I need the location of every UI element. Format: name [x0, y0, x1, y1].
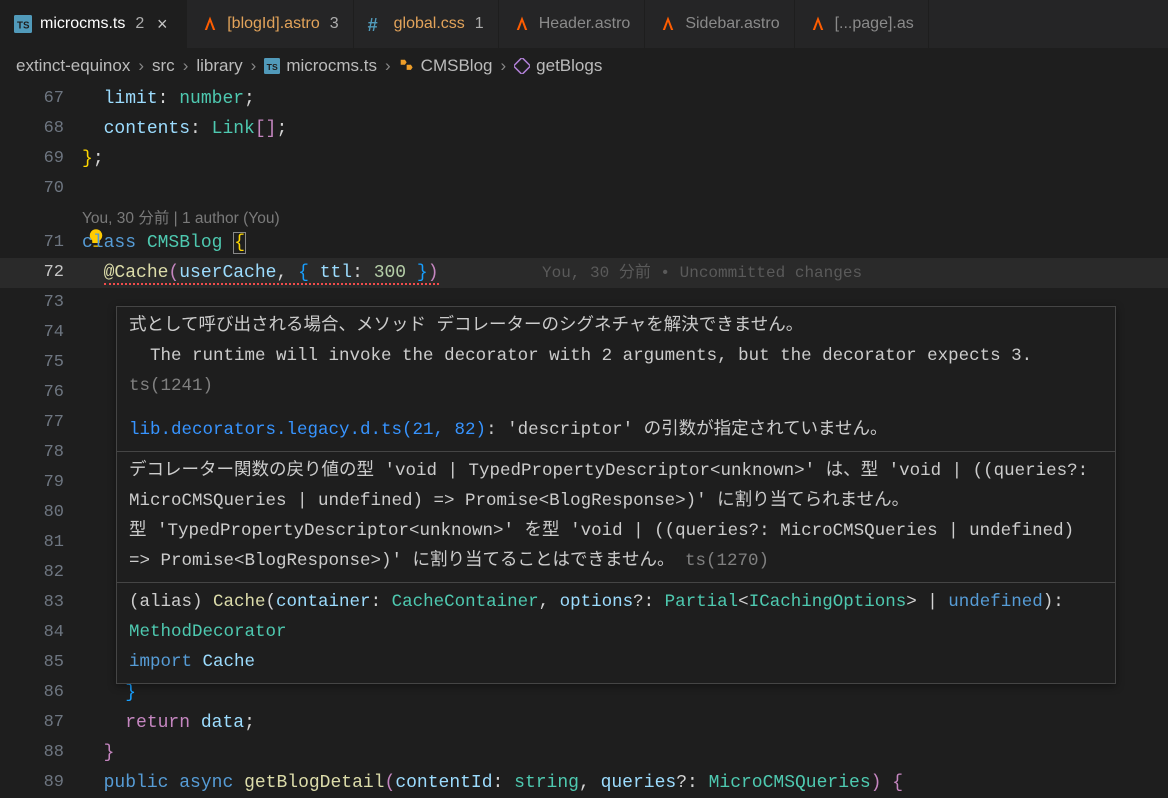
svg-text:TS: TS	[17, 21, 30, 32]
code-line: limit: number;	[82, 84, 255, 114]
tab-label: microcms.ts	[40, 15, 125, 33]
astro-icon	[659, 15, 677, 33]
close-icon[interactable]: ×	[152, 14, 172, 35]
tab-microcms[interactable]: TS microcms.ts 2 ×	[0, 0, 187, 48]
tab-label: [...page].as	[835, 15, 914, 33]
tab-label: Header.astro	[539, 15, 631, 33]
tab-mod-count: 1	[475, 15, 484, 33]
code-line: contents: Link[];	[82, 114, 287, 144]
line-number: 73	[0, 288, 82, 318]
tab-mod-count: 2	[135, 15, 144, 33]
astro-icon	[809, 15, 827, 33]
tab-label: global.css	[394, 15, 465, 33]
line-number: 89	[0, 768, 82, 798]
line-number: 69	[0, 144, 82, 174]
code-line: };	[82, 144, 104, 174]
tab-page[interactable]: [...page].as	[795, 0, 929, 48]
error-source-link[interactable]: lib.decorators.legacy.d.ts(21, 82)	[129, 420, 486, 440]
line-number: 86	[0, 678, 82, 708]
git-blame: You, 30 分前 • Uncommitted changes	[542, 258, 862, 288]
svg-text:TS: TS	[267, 62, 278, 72]
code-line: }	[82, 738, 114, 768]
method-icon	[514, 58, 530, 74]
hover-signature: (alias) Cache(container: CacheContainer,…	[117, 583, 1115, 683]
astro-icon	[513, 15, 531, 33]
line-number: 75	[0, 348, 82, 378]
code-line: class CMSBlog {	[82, 228, 246, 258]
breadcrumb-method[interactable]: getBlogs	[514, 56, 602, 76]
hover-error-1: 式として呼び出される場合、メソッド デコレーターのシグネチャを解決できません。 …	[117, 307, 1115, 452]
line-number: 87	[0, 708, 82, 738]
line-number: 76	[0, 378, 82, 408]
chevron-right-icon: ›	[251, 56, 257, 76]
chevron-right-icon: ›	[183, 56, 189, 76]
line-number: 70	[0, 174, 82, 204]
breadcrumb-segment[interactable]: extinct-equinox	[16, 56, 130, 76]
code-editor[interactable]: 67 limit: number; 68 contents: Link[]; 6…	[0, 84, 1168, 798]
breadcrumb-class[interactable]: CMSBlog	[399, 56, 493, 76]
line-number: 85	[0, 648, 82, 678]
class-icon	[399, 58, 415, 74]
breadcrumb: extinct-equinox › src › library › TS mic…	[0, 48, 1168, 84]
line-number: 83	[0, 588, 82, 618]
line-number: 79	[0, 468, 82, 498]
code-line: public async getBlogDetail(contentId: st…	[82, 768, 903, 798]
typescript-icon: TS	[14, 15, 32, 33]
codelens[interactable]: You, 30 分前 | 1 author (You)	[82, 204, 280, 228]
breadcrumb-segment[interactable]: library	[196, 56, 242, 76]
tab-label: Sidebar.astro	[685, 15, 779, 33]
tab-header[interactable]: Header.astro	[499, 0, 646, 48]
line-number: 88	[0, 738, 82, 768]
line-number: 71	[0, 228, 82, 258]
code-line: return data;	[82, 708, 255, 738]
line-number: 72	[0, 258, 82, 288]
tab-sidebar[interactable]: Sidebar.astro	[645, 0, 794, 48]
hover-tooltip: 式として呼び出される場合、メソッド デコレーターのシグネチャを解決できません。 …	[116, 306, 1116, 684]
tab-bar: TS microcms.ts 2 × [blogId].astro 3 # gl…	[0, 0, 1168, 48]
tab-mod-count: 3	[330, 15, 339, 33]
chevron-right-icon: ›	[385, 56, 391, 76]
line-number: 81	[0, 528, 82, 558]
hover-error-2: デコレーター関数の戻り値の型 'void | TypedPropertyDesc…	[117, 452, 1115, 583]
breadcrumb-segment[interactable]: src	[152, 56, 175, 76]
tab-blogid[interactable]: [blogId].astro 3	[187, 0, 353, 48]
line-number: 68	[0, 114, 82, 144]
line-number: 78	[0, 438, 82, 468]
line-number: 82	[0, 558, 82, 588]
chevron-right-icon: ›	[138, 56, 144, 76]
line-number: 77	[0, 408, 82, 438]
line-number: 84	[0, 618, 82, 648]
astro-icon	[201, 15, 219, 33]
line-number: 67	[0, 84, 82, 114]
line-number: 80	[0, 498, 82, 528]
code-line: @Cache(userCache, { ttl: 300 })You, 30 分…	[82, 258, 439, 288]
typescript-icon: TS	[264, 58, 280, 74]
line-number: 74	[0, 318, 82, 348]
css-icon: #	[368, 15, 386, 33]
chevron-right-icon: ›	[500, 56, 506, 76]
breadcrumb-file[interactable]: TS microcms.ts	[264, 56, 377, 76]
tab-label: [blogId].astro	[227, 15, 320, 33]
tab-globalcss[interactable]: # global.css 1	[354, 0, 499, 48]
